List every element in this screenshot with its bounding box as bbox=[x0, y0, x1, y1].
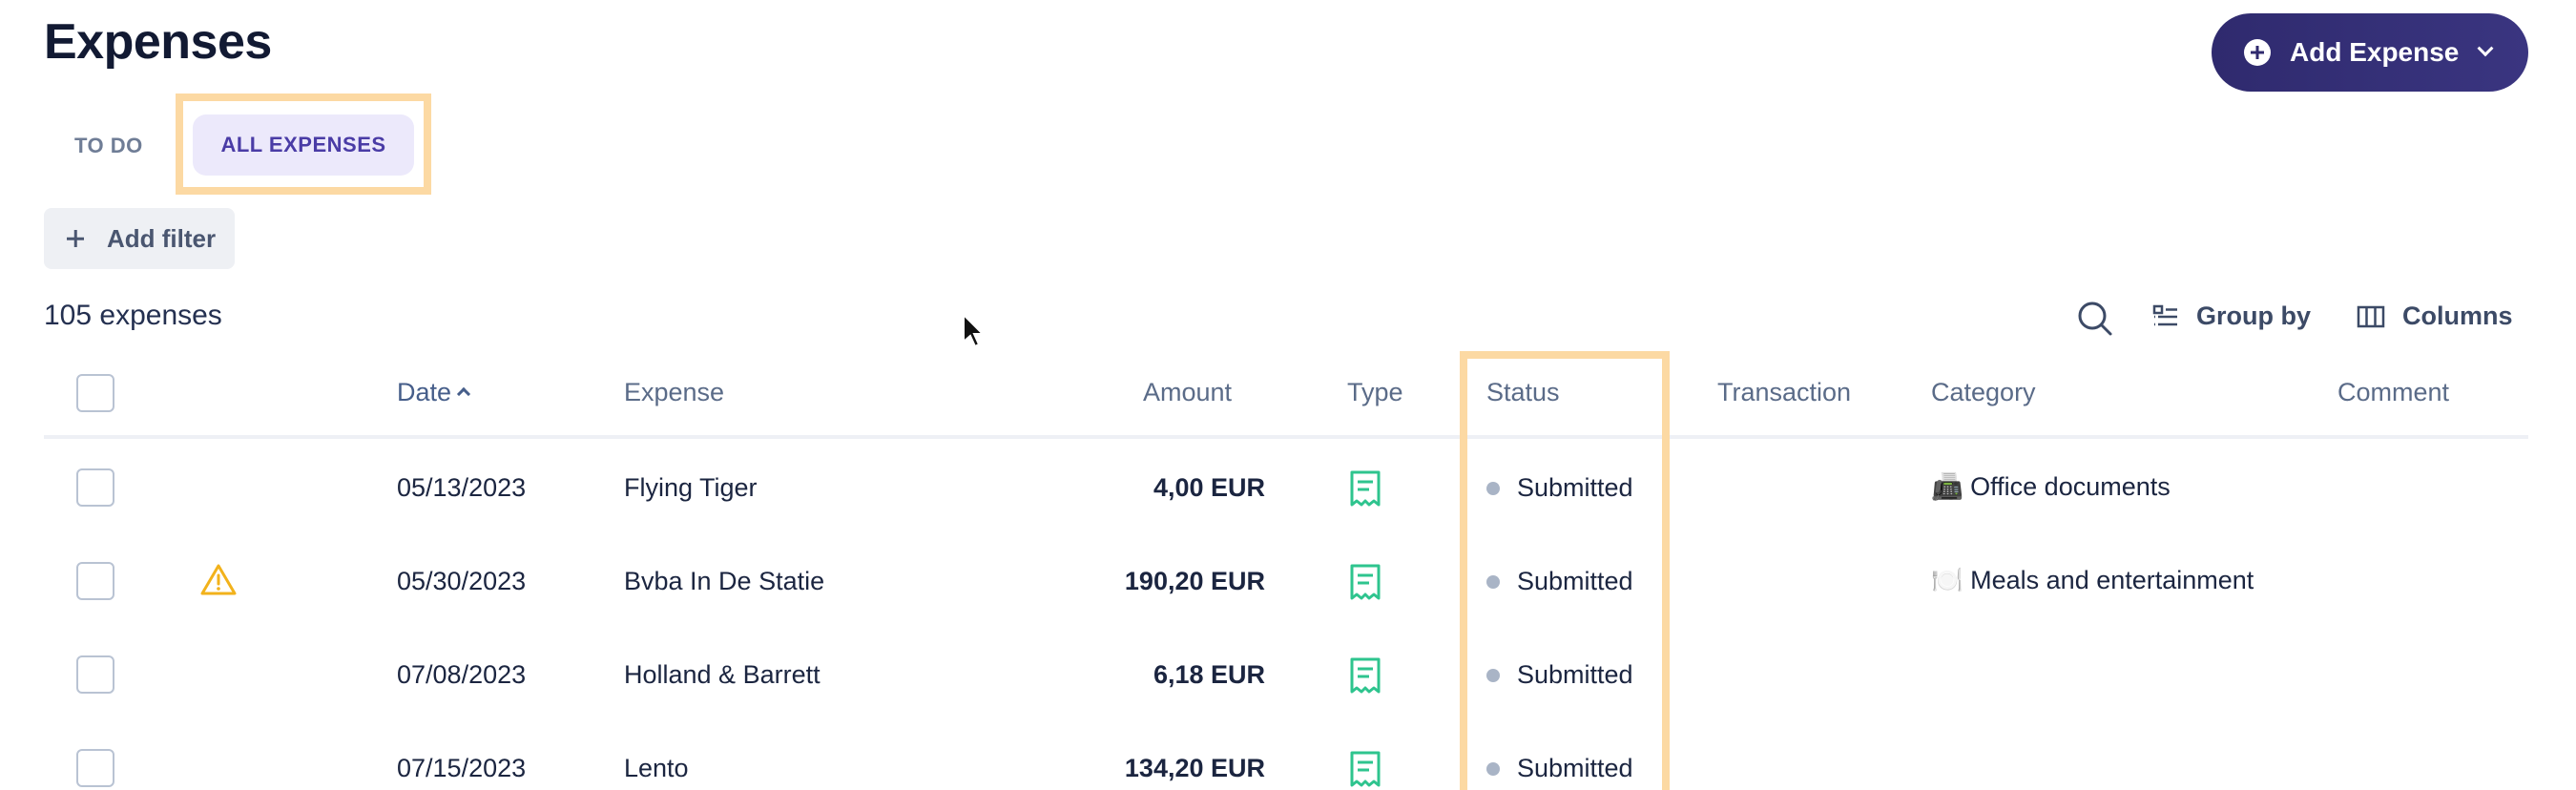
row-checkbox[interactable] bbox=[76, 655, 114, 694]
row-date: 05/13/2023 bbox=[397, 473, 527, 502]
receipt-icon bbox=[1350, 657, 1381, 694]
warning-icon bbox=[200, 564, 237, 595]
column-header-amount[interactable]: Amount bbox=[1143, 378, 1232, 407]
row-amount: 190,20 EUR bbox=[1124, 567, 1265, 595]
row-checkbox[interactable] bbox=[76, 562, 114, 600]
column-header-type[interactable]: Type bbox=[1347, 378, 1403, 407]
row-expense: Flying Tiger bbox=[624, 473, 758, 502]
select-all-checkbox[interactable] bbox=[76, 374, 114, 412]
category-emoji-icon: 📠 bbox=[1931, 472, 1963, 501]
column-header-date-label: Date bbox=[397, 378, 452, 406]
group-by-label: Group by bbox=[2196, 301, 2311, 330]
search-icon[interactable] bbox=[2076, 300, 2114, 338]
tab-to-do[interactable]: TO DO bbox=[74, 134, 143, 158]
row-date: 07/15/2023 bbox=[397, 754, 527, 782]
row-date: 05/30/2023 bbox=[397, 567, 527, 595]
row-checkbox[interactable] bbox=[76, 749, 114, 787]
tab-all-expenses[interactable]: ALL EXPENSES bbox=[193, 114, 414, 176]
add-expense-label: Add Expense bbox=[2290, 37, 2460, 67]
row-amount: 134,20 EUR bbox=[1124, 754, 1265, 782]
columns-icon bbox=[2357, 305, 2385, 327]
sort-ascending-icon bbox=[456, 386, 471, 402]
add-filter-label: Add filter bbox=[107, 223, 217, 253]
row-expense: Holland & Barrett bbox=[624, 660, 821, 689]
plus-icon bbox=[67, 230, 84, 247]
columns-label: Columns bbox=[2402, 301, 2513, 330]
row-date: 07/08/2023 bbox=[397, 660, 527, 689]
row-amount: 6,18 EUR bbox=[1153, 660, 1265, 689]
status-column-highlight-frame bbox=[1460, 351, 1670, 790]
row-category: 📠 Office documents bbox=[1931, 471, 2171, 502]
row-expense: Lento bbox=[624, 754, 689, 782]
group-by-icon bbox=[2152, 304, 2177, 325]
mouse-cursor-icon bbox=[963, 313, 986, 348]
receipt-icon bbox=[1350, 470, 1381, 507]
row-category: 🍽️ Meals and entertainment bbox=[1931, 565, 2254, 595]
column-header-category[interactable]: Category bbox=[1931, 378, 2036, 407]
chevron-down-icon[interactable] bbox=[2477, 40, 2494, 57]
group-by-button[interactable]: Group by bbox=[2152, 301, 2311, 331]
category-emoji-icon: 🍽️ bbox=[1931, 566, 1963, 594]
row-expense: Bvba In De Statie bbox=[624, 567, 825, 595]
page-title: Expenses bbox=[44, 14, 272, 70]
column-header-comment[interactable]: Comment bbox=[2337, 378, 2449, 407]
add-filter-button[interactable]: Add filter bbox=[44, 208, 235, 269]
columns-button[interactable]: Columns bbox=[2357, 301, 2513, 331]
row-checkbox[interactable] bbox=[76, 468, 114, 507]
receipt-icon bbox=[1350, 751, 1381, 787]
column-header-date[interactable]: Date bbox=[397, 378, 471, 407]
expense-count: 105 expenses bbox=[44, 300, 222, 331]
plus-circle-icon bbox=[2244, 39, 2271, 66]
row-category-label: Office documents bbox=[1970, 472, 2171, 501]
column-header-expense[interactable]: Expense bbox=[624, 378, 724, 407]
row-category-label: Meals and entertainment bbox=[1970, 566, 2254, 594]
column-header-transaction[interactable]: Transaction bbox=[1717, 378, 1851, 407]
row-amount: 4,00 EUR bbox=[1153, 473, 1265, 502]
receipt-icon bbox=[1350, 564, 1381, 600]
add-expense-button[interactable]: Add Expense bbox=[2212, 13, 2528, 92]
